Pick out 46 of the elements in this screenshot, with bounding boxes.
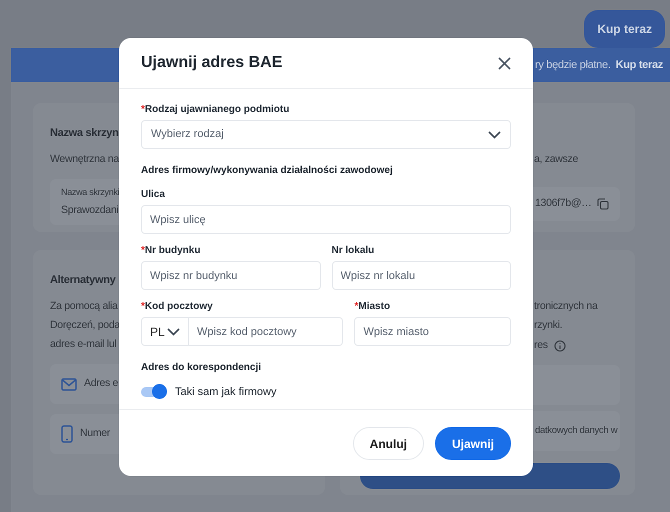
toggle-label: Taki sam jak firmowy [175, 385, 276, 400]
buy-link[interactable]: Kup teraz [616, 56, 663, 74]
field-label: res [534, 338, 548, 354]
description-text: Za pomocą alia [50, 299, 118, 314]
input-field[interactable]: Wpisz nr lokalu [332, 261, 511, 290]
chevron-down-icon [167, 328, 180, 336]
chevron-down-icon [488, 130, 501, 138]
modal-title: Ujawnij adres BAE [141, 53, 282, 73]
field-label: Nr lokalu [332, 244, 376, 258]
select-field[interactable]: Wybierz rodzaj [141, 120, 511, 149]
cancel-button[interactable]: Anuluj [352, 427, 424, 460]
section-heading: Adres firmowy/wykonywania działalności zawodowej [141, 164, 394, 178]
description-text: adres e-mail lul [50, 337, 116, 352]
field-label: *Rodzaj ujawnianego podmiotu [141, 103, 290, 117]
input-field[interactable]: Wpisz kod pocztowy [189, 317, 344, 346]
contact-text: Adres e [84, 376, 118, 392]
toggle-switch[interactable] [141, 385, 167, 400]
field-label: Nazwa skrzynki [61, 186, 120, 199]
input-field[interactable]: Wpisz miasto [354, 317, 511, 346]
contact-text: Numer [80, 426, 110, 442]
field-value: Sprawozdani [61, 202, 118, 218]
description-text: tronicznych na [534, 299, 598, 314]
field-label: Ulica [141, 188, 166, 202]
description-text: Wewnętrzna na [50, 152, 119, 167]
confirm-button[interactable]: Ujawnij [434, 427, 511, 460]
copy-icon[interactable] [597, 198, 609, 210]
card-title: Alternatywny [50, 273, 116, 288]
info-icon[interactable] [554, 340, 566, 352]
card-title: Nazwa skrzyn [50, 126, 119, 141]
input-field[interactable]: Wpisz nr budynku [141, 261, 320, 290]
envelope-icon [61, 378, 77, 390]
field-label: *Kod pocztowy [141, 300, 214, 314]
input-field[interactable]: Wpisz ulicę [141, 205, 511, 234]
field-label: *Nr budynku [141, 244, 202, 258]
info-text: datkowych danych w [535, 424, 618, 438]
banner-text: ry będzie płatne. [534, 58, 611, 73]
description-text: rzynki. [534, 318, 562, 333]
email-address: 1306f7b@… [535, 196, 592, 212]
field-label: *Miasto [354, 300, 392, 314]
description-text: a, zawsze [534, 152, 578, 167]
country-select[interactable]: PL [141, 317, 189, 346]
buy-button[interactable]: Kup teraz [584, 10, 665, 48]
close-icon[interactable] [498, 56, 511, 70]
description-text: Doręczeń, poda [50, 318, 120, 333]
phone-icon [61, 425, 73, 443]
section-heading: Adres do korespondencji [141, 361, 262, 375]
